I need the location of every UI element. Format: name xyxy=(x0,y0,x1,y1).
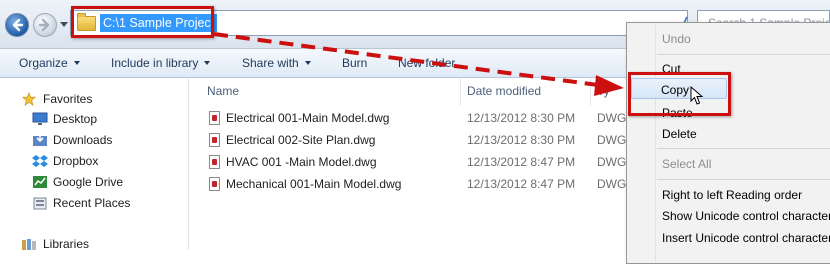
file-date: 12/13/2012 8:47 PM xyxy=(467,177,576,191)
copy-annotation-box xyxy=(628,72,731,116)
star-icon xyxy=(21,92,37,106)
menu-separator xyxy=(657,148,830,149)
back-arrow-icon xyxy=(12,18,24,32)
column-divider[interactable] xyxy=(460,78,461,106)
menu-gutter xyxy=(655,25,656,261)
chevron-down-icon xyxy=(73,61,80,65)
chevron-down-icon xyxy=(204,61,211,65)
dwg-file-icon xyxy=(209,111,220,125)
chevron-down-icon xyxy=(304,61,311,65)
menu-item-rtl-reading-order[interactable]: Right to left Reading order xyxy=(662,185,802,205)
include-in-library-button[interactable]: Include in library xyxy=(111,56,211,70)
column-divider[interactable] xyxy=(590,78,591,106)
column-header-date-modified[interactable]: Date modified xyxy=(467,84,541,98)
dwg-file-icon xyxy=(209,177,220,191)
dwg-file-icon xyxy=(209,155,220,169)
dropbox-icon xyxy=(32,155,48,167)
forward-arrow-icon xyxy=(38,18,50,32)
file-date: 12/13/2012 8:30 PM xyxy=(467,111,576,125)
address-annotation-box xyxy=(71,6,214,38)
file-date: 12/13/2012 8:30 PM xyxy=(467,133,576,147)
back-button[interactable] xyxy=(5,13,29,37)
new-folder-button[interactable]: New folder xyxy=(398,56,455,70)
file-name: HVAC 001 -Main Model.dwg xyxy=(226,155,377,169)
forward-button[interactable] xyxy=(33,13,57,37)
mouse-cursor-icon xyxy=(690,86,704,105)
recent-pages-dropdown[interactable] xyxy=(60,22,68,27)
google-drive-icon xyxy=(33,176,47,188)
context-menu: Undo Cut Copy Paste Delete Select All Ri… xyxy=(626,22,830,264)
file-date: 12/13/2012 8:47 PM xyxy=(467,155,576,169)
menu-item-insert-unicode-control[interactable]: Insert Unicode control character xyxy=(662,228,830,248)
menu-separator xyxy=(657,54,830,55)
share-with-button[interactable]: Share with xyxy=(242,56,311,70)
column-header-type[interactable]: Ty xyxy=(597,84,610,98)
dwg-file-icon xyxy=(209,133,220,147)
column-header-name[interactable]: Name xyxy=(207,84,239,98)
menu-item-undo: Undo xyxy=(662,32,691,46)
burn-button[interactable]: Burn xyxy=(342,56,367,70)
desktop-icon xyxy=(32,112,48,125)
menu-item-delete[interactable]: Delete xyxy=(662,124,697,144)
menu-separator xyxy=(657,179,830,180)
menu-item-show-unicode-control[interactable]: Show Unicode control characters xyxy=(662,206,830,226)
organize-button[interactable]: Organize xyxy=(19,56,80,70)
file-name: Mechanical 001-Main Model.dwg xyxy=(226,177,402,191)
downloads-icon xyxy=(33,134,47,146)
menu-item-select-all: Select All xyxy=(662,157,712,171)
file-name: Electrical 001-Main Model.dwg xyxy=(226,111,390,125)
navigation-pane: Favorites Desktop Downloads Dropbox Goog… xyxy=(0,78,189,251)
libraries-icon xyxy=(22,239,36,250)
recent-places-icon xyxy=(33,197,47,210)
file-name: Electrical 002-Site Plan.dwg xyxy=(226,133,376,147)
